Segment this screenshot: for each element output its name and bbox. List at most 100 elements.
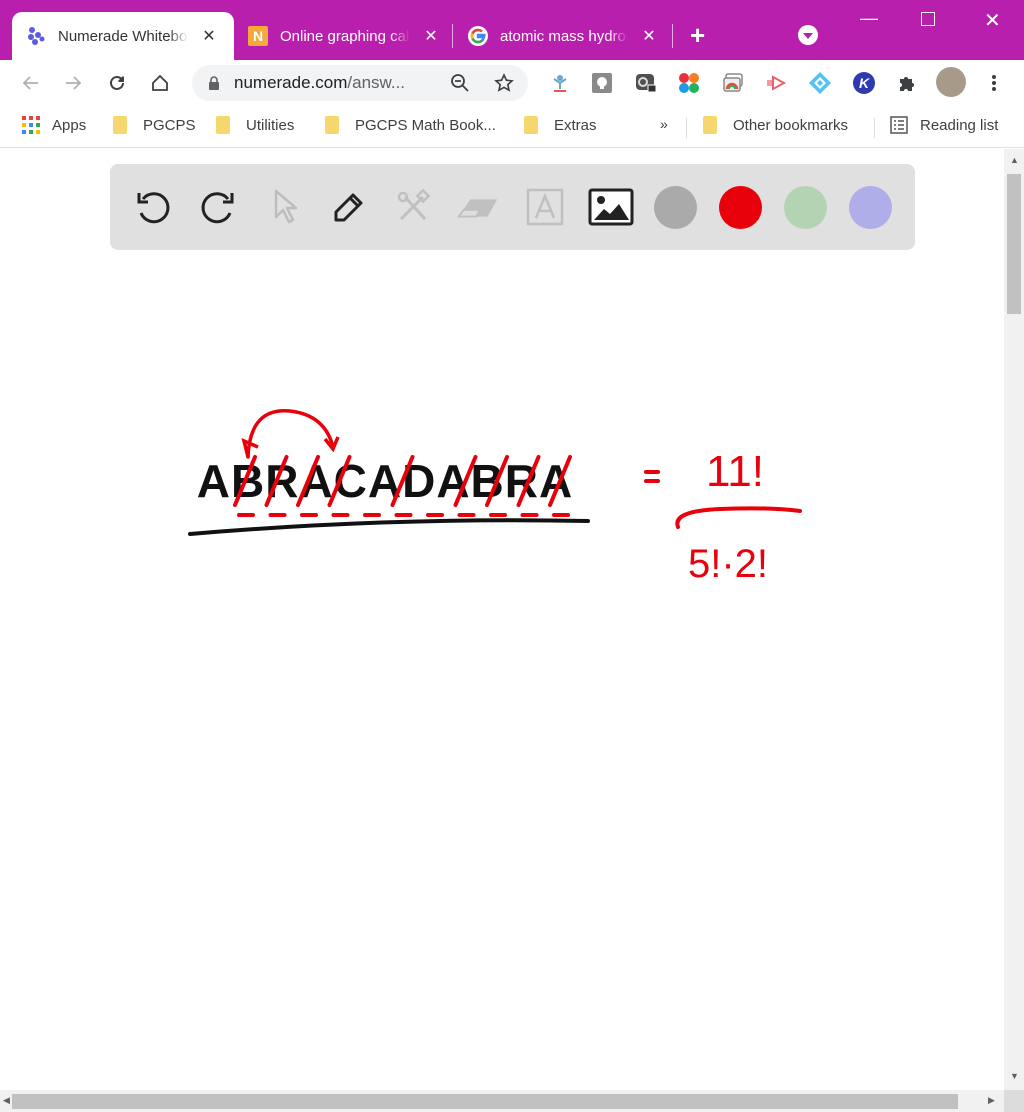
scroll-down-icon[interactable]: ▼ [1010,1071,1019,1081]
scroll-right-icon[interactable]: ▶ [988,1095,995,1106]
close-tab-icon[interactable]: ✕ [200,26,218,46]
tab-atomic-mass[interactable]: atomic mass hydrogen ✕ [458,12,658,60]
tab-numerade-whiteboard[interactable]: Numerade Whiteboard ✕ [12,12,234,60]
extension-keep-icon[interactable] [590,71,614,95]
undo-button[interactable] [130,184,176,230]
chevron-down-icon [803,33,813,39]
hammer-wrench-icon [397,188,431,221]
close-window-button[interactable]: ✕ [984,8,1001,33]
minimize-button[interactable]: — [860,8,878,29]
scrollbar-corner [1004,1090,1024,1112]
redo-icon [201,192,234,224]
cursor-icon [274,189,298,224]
address-bar[interactable]: numerade.com/answ... [192,65,528,101]
tab-separator [452,24,453,48]
bookmark-apps[interactable]: Apps [22,116,86,134]
tools-button[interactable] [390,184,436,230]
new-tab-button[interactable]: + [690,22,705,48]
color-swatch-green[interactable] [784,186,827,229]
bookmark-label: PGCPS Math Book... [355,116,496,134]
tab-search-button[interactable] [798,25,818,45]
reload-button[interactable] [104,70,130,96]
extension-arrow-icon[interactable] [764,71,788,95]
bookmark-label: Apps [52,116,87,134]
reading-list-button[interactable]: Reading list [890,116,998,134]
bookmark-label: PGCPS [143,116,196,134]
maximize-button[interactable] [921,10,935,31]
color-swatch-gray[interactable] [654,186,697,229]
image-icon [588,188,634,226]
divider [686,118,687,138]
redo-button[interactable] [195,184,241,230]
maximize-icon [921,12,935,26]
bookmarks-overflow-button[interactable]: » [660,116,668,132]
folder-icon [113,116,127,134]
n-icon: N [248,26,268,46]
tab-title: Online graphing calculator [280,27,410,45]
scroll-up-icon[interactable]: ▲ [1010,155,1019,165]
tab-title: Numerade Whiteboard [58,27,188,45]
horizontal-scroll-thumb[interactable] [12,1094,958,1109]
puzzle-icon[interactable] [895,71,919,95]
vertical-scroll-thumb[interactable] [1007,174,1021,314]
bookmark-utilities[interactable]: Utilities [216,116,294,134]
eraser-button[interactable] [455,184,501,230]
whiteboard-toolbar [110,164,915,250]
horizontal-scrollbar[interactable]: ◀ ▶ [0,1090,1004,1112]
tab-separator [672,24,673,48]
close-tab-icon[interactable]: ✕ [640,26,658,46]
bookmark-label: Extras [554,116,597,134]
forward-button[interactable] [60,70,86,96]
bookmark-pgcps[interactable]: PGCPS [113,116,196,134]
bookmark-star-icon[interactable] [494,73,514,98]
bookmark-other-bookmarks[interactable]: Other bookmarks [703,116,848,134]
fraction-bar-stroke [675,506,802,529]
back-button[interactable] [18,70,44,96]
extension-diamond-icon[interactable] [808,71,832,95]
whiteboard-page: ABRACADABRA 11! 5!·2! [0,149,1004,1090]
bookmark-label: Utilities [246,116,295,134]
browser-tab-strip: Numerade Whiteboard ✕ N Online graphing … [0,0,1024,60]
numerade-icon [26,26,46,46]
bookmark-label: Reading list [920,116,999,134]
forward-arrow-icon [66,76,82,90]
extension-colors-icon[interactable] [677,71,701,95]
scroll-left-icon[interactable]: ◀ [3,1095,10,1106]
tab-online-graphing[interactable]: N Online graphing calculator ✕ [236,12,440,60]
extension-figure-icon[interactable] [548,71,572,95]
reload-icon [110,75,124,90]
text-icon [526,188,564,226]
extension-k-icon[interactable]: K [852,71,876,95]
back-arrow-icon [22,76,38,90]
pen-tool-button[interactable] [325,184,371,230]
color-swatch-purple[interactable] [849,186,892,229]
drawing-canvas[interactable]: ABRACADABRA 11! 5!·2! [0,269,1004,1089]
home-button[interactable] [147,70,173,96]
bookmark-extras[interactable]: Extras [524,116,597,134]
divider [874,118,875,138]
color-swatch-red[interactable] [719,186,762,229]
vertical-scrollbar[interactable]: ▲ ▼ [1004,149,1024,1090]
image-tool-button[interactable] [588,184,634,230]
equals-sign-stroke [644,470,660,483]
underline-stroke [188,518,590,536]
bookmarks-bar: Apps PGCPS Utilities PGCPS Math Book... … [0,106,1024,148]
more-icon[interactable] [982,71,1006,95]
apps-icon [22,116,40,134]
bookmark-pgcps-math-book[interactable]: PGCPS Math Book... [325,116,496,134]
folder-icon [524,116,538,134]
numerator-text: 11! [706,447,764,496]
svg-text:K: K [859,75,870,91]
extension-cast-icon[interactable] [721,71,745,95]
zoom-icon[interactable] [450,73,470,98]
avatar[interactable] [936,67,966,97]
select-tool-button[interactable] [260,184,306,230]
pencil-icon [334,193,363,222]
url-text: numerade.com/answ... [234,73,406,92]
swap-arrow-stroke [246,409,335,459]
text-tool-button[interactable] [522,184,568,230]
extension-screen-icon[interactable] [634,71,658,95]
close-tab-icon[interactable]: ✕ [422,26,440,46]
tab-title: atomic mass hydrogen [500,27,628,45]
folder-icon [216,116,230,134]
